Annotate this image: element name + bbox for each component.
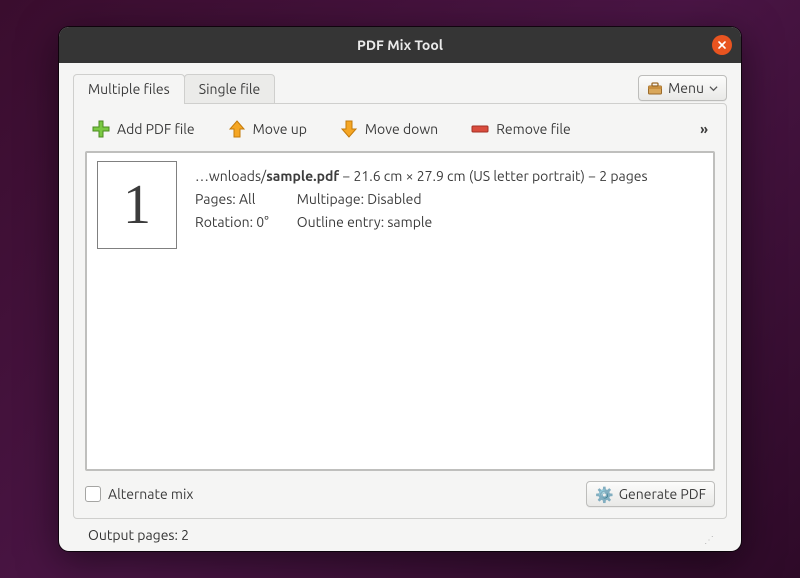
menu-button[interactable]: Menu bbox=[638, 75, 727, 101]
button-label: Move up bbox=[253, 121, 307, 137]
file-thumbnail: 1 bbox=[97, 161, 177, 249]
button-label: Add PDF file bbox=[117, 121, 195, 137]
toolbar: Add PDF file Move up Move down Remove fi… bbox=[85, 115, 715, 151]
outline-field: Outline entry: sample bbox=[297, 211, 433, 234]
arrow-up-icon bbox=[227, 119, 247, 139]
button-label: Generate PDF bbox=[619, 486, 706, 502]
rotation-field: Rotation: 0° bbox=[195, 211, 269, 234]
chevron-right-icon: » bbox=[700, 121, 709, 137]
file-path-line: …wnloads/sample.pdf − 21.6 cm × 27.9 cm … bbox=[195, 165, 648, 188]
toolbox-icon bbox=[647, 80, 663, 96]
file-row[interactable]: 1 …wnloads/sample.pdf − 21.6 cm × 27.9 c… bbox=[90, 156, 710, 253]
add-pdf-button[interactable]: Add PDF file bbox=[87, 117, 199, 141]
content-area: Multiple files Single file Menu Add PDF … bbox=[59, 63, 741, 551]
top-bar: Multiple files Single file Menu bbox=[73, 74, 727, 104]
tab-label: Single file bbox=[199, 81, 261, 97]
chevron-down-icon bbox=[709, 84, 718, 93]
move-up-button[interactable]: Move up bbox=[223, 117, 311, 141]
checkbox-icon bbox=[85, 486, 101, 502]
tab-single-file[interactable]: Single file bbox=[184, 74, 276, 104]
tab-label: Multiple files bbox=[88, 81, 170, 97]
app-window: PDF Mix Tool Multiple files Single file … bbox=[59, 27, 741, 551]
alternate-mix-checkbox[interactable]: Alternate mix bbox=[85, 486, 193, 502]
resize-grip-icon[interactable]: ⋰ bbox=[704, 534, 712, 546]
remove-icon bbox=[470, 119, 490, 139]
button-label: Remove file bbox=[496, 121, 571, 137]
checkbox-label: Alternate mix bbox=[108, 486, 193, 502]
close-icon bbox=[717, 40, 727, 50]
generate-pdf-button[interactable]: ⚙️ Generate PDF bbox=[586, 481, 715, 507]
main-panel: Add PDF file Move up Move down Remove fi… bbox=[73, 103, 727, 519]
file-meta: …wnloads/sample.pdf − 21.6 cm × 27.9 cm … bbox=[195, 160, 648, 234]
plus-icon bbox=[91, 119, 111, 139]
close-button[interactable] bbox=[712, 35, 732, 55]
menu-label: Menu bbox=[668, 80, 704, 96]
pages-field: Pages: All bbox=[195, 188, 269, 211]
button-label: Move down bbox=[365, 121, 438, 137]
tab-multiple-files[interactable]: Multiple files bbox=[73, 74, 185, 104]
toolbar-overflow-button[interactable]: » bbox=[696, 119, 713, 139]
output-pages-label: Output pages: 2 bbox=[88, 527, 189, 543]
arrow-down-icon bbox=[339, 119, 359, 139]
move-down-button[interactable]: Move down bbox=[335, 117, 442, 141]
bottom-bar: Alternate mix ⚙️ Generate PDF bbox=[85, 471, 715, 507]
file-name: sample.pdf bbox=[266, 168, 339, 184]
titlebar: PDF Mix Tool bbox=[59, 27, 741, 63]
window-title: PDF Mix Tool bbox=[357, 37, 443, 53]
multipage-field: Multipage: Disabled bbox=[297, 188, 433, 211]
status-bar: Output pages: 2 ⋰ bbox=[73, 519, 727, 543]
tab-bar: Multiple files Single file bbox=[73, 74, 274, 104]
gear-icon: ⚙️ bbox=[595, 487, 614, 502]
remove-file-button[interactable]: Remove file bbox=[466, 117, 575, 141]
file-list[interactable]: 1 …wnloads/sample.pdf − 21.6 cm × 27.9 c… bbox=[85, 151, 715, 471]
